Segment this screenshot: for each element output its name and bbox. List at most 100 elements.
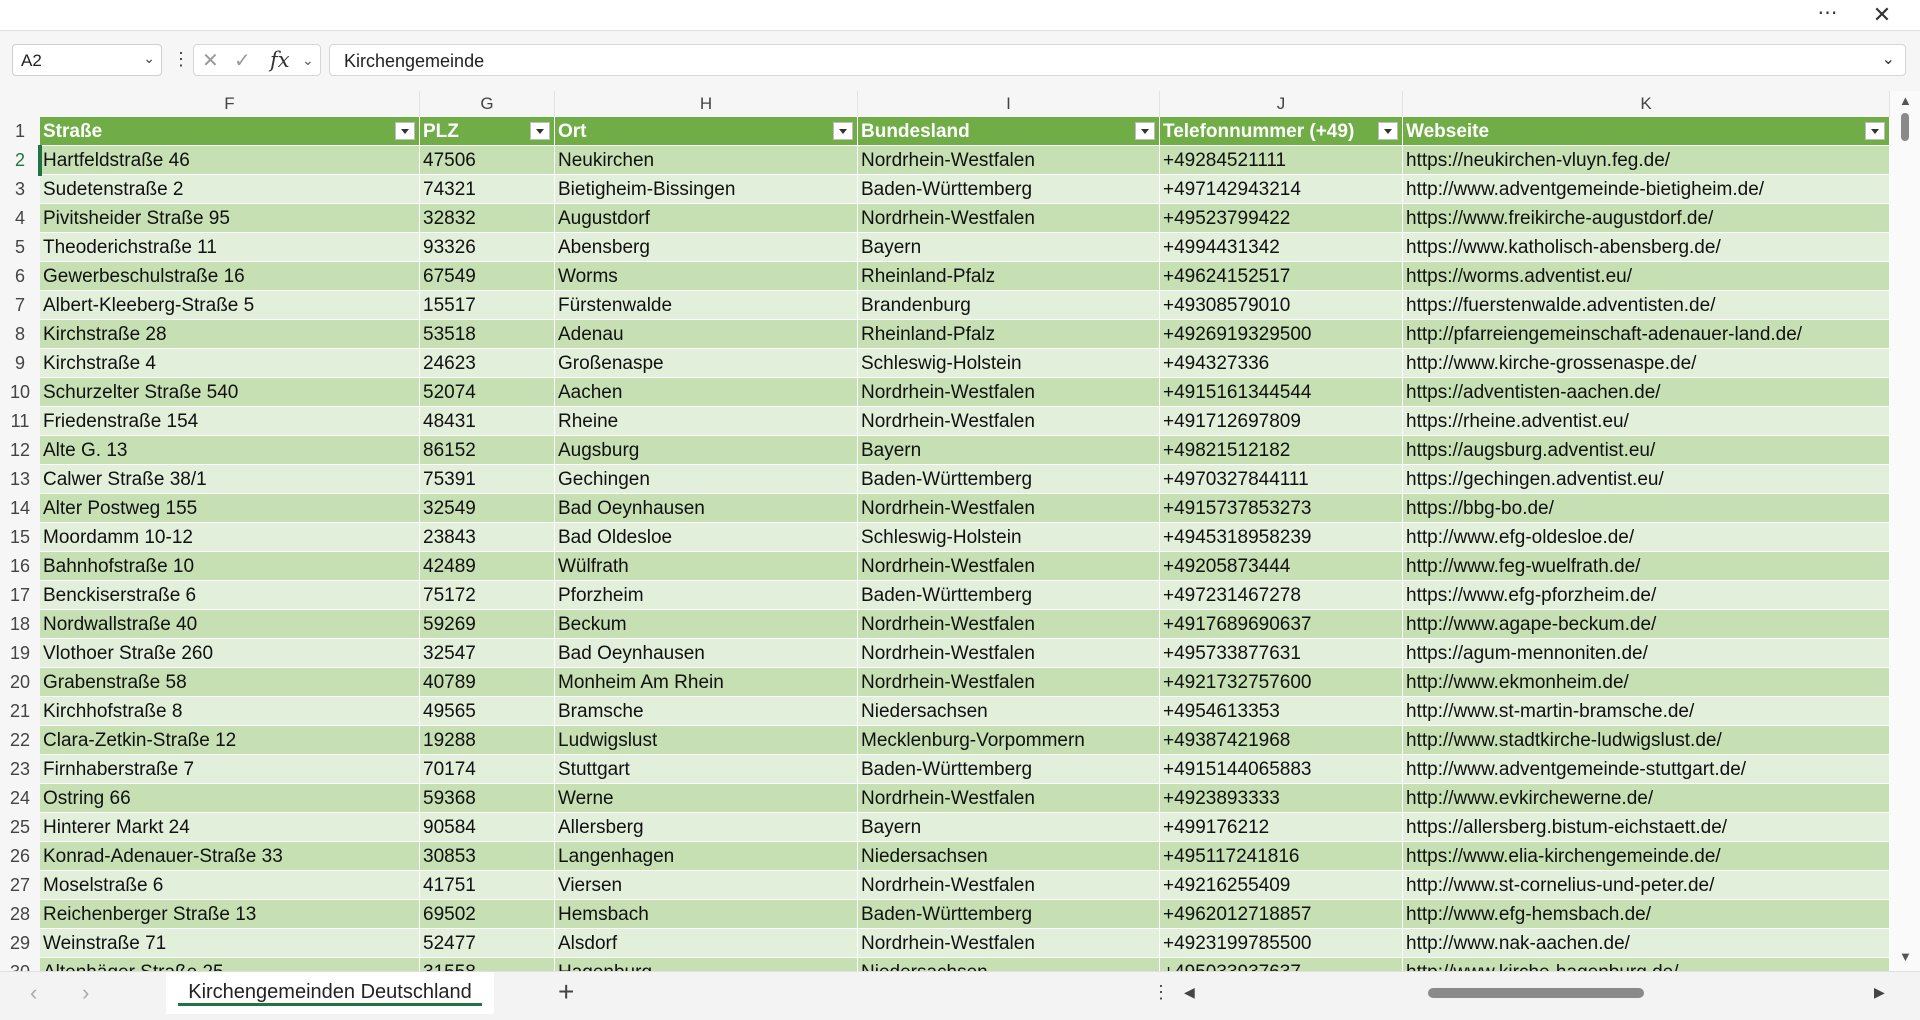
table-cell[interactable]: Mecklenburg-Vorpommern [858,726,1160,755]
table-cell[interactable]: Grabenstraße 58 [40,668,420,697]
table-cell[interactable]: Moselstraße 6 [40,871,420,900]
table-cell[interactable]: Schleswig-Holstein [858,349,1160,378]
table-cell[interactable]: http://www.adventgemeinde-bietigheim.de/ [1403,175,1890,204]
table-cell[interactable]: https://bbg-bo.de/ [1403,494,1890,523]
column-header-h[interactable]: H [555,91,858,117]
table-cell[interactable]: 90584 [420,813,555,842]
table-header-cell[interactable]: Ort [555,117,858,146]
table-cell[interactable]: Gechingen [555,465,858,494]
row-number[interactable]: 11 [0,407,40,436]
table-cell[interactable]: 48431 [420,407,555,436]
table-cell[interactable]: Nordrhein-Westfalen [858,552,1160,581]
table-cell[interactable]: 31558 [420,958,555,971]
table-cell[interactable]: Wülfrath [555,552,858,581]
table-cell[interactable]: +495117241816 [1160,842,1403,871]
table-cell[interactable]: +4915144065883 [1160,755,1403,784]
table-cell[interactable]: Alter Postweg 155 [40,494,420,523]
table-cell[interactable]: 70174 [420,755,555,784]
chevron-down-icon[interactable]: ⌄ [143,50,155,67]
table-cell[interactable]: +49284521111 [1160,146,1403,175]
table-cell[interactable]: Allersberg [555,813,858,842]
table-cell[interactable]: Nordrhein-Westfalen [858,668,1160,697]
table-cell[interactable]: Worms [555,262,858,291]
row-number[interactable]: 20 [0,668,40,697]
table-cell[interactable]: Hinterer Markt 24 [40,813,420,842]
table-cell[interactable]: Alte G. 13 [40,436,420,465]
table-cell[interactable]: Nordrhein-Westfalen [858,494,1160,523]
table-cell[interactable]: http://www.adventgemeinde-stuttgart.de/ [1403,755,1890,784]
table-cell[interactable]: Ludwigslust [555,726,858,755]
row-number[interactable]: 27 [0,871,40,900]
row-number[interactable]: 1 [0,117,40,146]
table-cell[interactable]: Rheinland-Pfalz [858,262,1160,291]
filter-dropdown-icon[interactable] [530,122,550,140]
table-cell[interactable]: Brandenburg [858,291,1160,320]
horizontal-scrollbar[interactable] [1208,972,1868,1014]
table-cell[interactable]: 24623 [420,349,555,378]
table-cell[interactable]: Bad Oldesloe [555,523,858,552]
table-cell[interactable]: Kirchhofstraße 8 [40,697,420,726]
table-cell[interactable]: Nordrhein-Westfalen [858,871,1160,900]
table-cell[interactable]: https://rheine.adventist.eu/ [1403,407,1890,436]
table-header-cell[interactable]: Webseite [1403,117,1890,146]
table-cell[interactable]: Pforzheim [555,581,858,610]
table-cell[interactable]: Niedersachsen [858,958,1160,971]
table-cell[interactable]: Vlothoer Straße 260 [40,639,420,668]
table-cell[interactable]: https://allersberg.bistum-eichstaett.de/ [1403,813,1890,842]
horizontal-scroll-thumb[interactable] [1428,988,1644,998]
row-number[interactable]: 4 [0,204,40,233]
table-cell[interactable]: Nordwallstraße 40 [40,610,420,639]
table-cell[interactable]: Ostring 66 [40,784,420,813]
insert-function-icon[interactable]: fx [270,48,290,72]
table-cell[interactable]: +4970327844111 [1160,465,1403,494]
table-cell[interactable]: https://agum-mennoniten.de/ [1403,639,1890,668]
table-cell[interactable]: 41751 [420,871,555,900]
table-cell[interactable]: Nordrhein-Westfalen [858,929,1160,958]
formula-input[interactable]: Kirchengemeinde ⌄ [329,44,1906,76]
table-cell[interactable]: +494327336 [1160,349,1403,378]
more-options-icon[interactable]: ⋯ [1808,0,1848,30]
table-cell[interactable]: Calwer Straße 38/1 [40,465,420,494]
table-cell[interactable]: +4962012718857 [1160,900,1403,929]
table-cell[interactable]: +4915161344544 [1160,378,1403,407]
table-cell[interactable]: 53518 [420,320,555,349]
column-header-f[interactable]: F [40,91,420,117]
table-cell[interactable]: https://www.freikirche-augustdorf.de/ [1403,204,1890,233]
row-number[interactable]: 17 [0,581,40,610]
table-cell[interactable]: http://www.st-martin-bramsche.de/ [1403,697,1890,726]
table-cell[interactable]: Theoderichstraße 11 [40,233,420,262]
table-cell[interactable]: Langenhagen [555,842,858,871]
row-number[interactable]: 25 [0,813,40,842]
row-number[interactable]: 26 [0,842,40,871]
table-cell[interactable]: Beckum [555,610,858,639]
table-cell[interactable]: http://www.ekmonheim.de/ [1403,668,1890,697]
table-cell[interactable]: https://gechingen.adventist.eu/ [1403,465,1890,494]
table-cell[interactable]: Nordrhein-Westfalen [858,146,1160,175]
row-number[interactable]: 29 [0,929,40,958]
table-cell[interactable]: Nordrhein-Westfalen [858,610,1160,639]
table-cell[interactable]: https://www.katholisch-abensberg.de/ [1403,233,1890,262]
filter-dropdown-icon[interactable] [1135,122,1155,140]
table-cell[interactable]: +4994431342 [1160,233,1403,262]
table-header-cell[interactable]: Bundesland [858,117,1160,146]
table-cell[interactable]: Baden-Württemberg [858,465,1160,494]
table-cell[interactable]: 52477 [420,929,555,958]
table-cell[interactable]: Baden-Württemberg [858,581,1160,610]
table-cell[interactable]: Nordrhein-Westfalen [858,407,1160,436]
table-cell[interactable]: 59368 [420,784,555,813]
table-cell[interactable]: +495033937637 [1160,958,1403,971]
table-cell[interactable]: +495733877631 [1160,639,1403,668]
table-cell[interactable]: 23843 [420,523,555,552]
table-cell[interactable]: Rheine [555,407,858,436]
table-cell[interactable]: Hagenburg [555,958,858,971]
table-cell[interactable]: +4923199785500 [1160,929,1403,958]
table-cell[interactable]: +497142943214 [1160,175,1403,204]
table-cell[interactable]: 86152 [420,436,555,465]
select-all-corner[interactable] [0,91,40,117]
table-cell[interactable]: +4945318958239 [1160,523,1403,552]
table-cell[interactable]: Benckiserstraße 6 [40,581,420,610]
table-cell[interactable]: Abensberg [555,233,858,262]
table-cell[interactable]: +499176212 [1160,813,1403,842]
table-cell[interactable]: http://www.stadtkirche-ludwigslust.de/ [1403,726,1890,755]
table-cell[interactable]: +49205873444 [1160,552,1403,581]
